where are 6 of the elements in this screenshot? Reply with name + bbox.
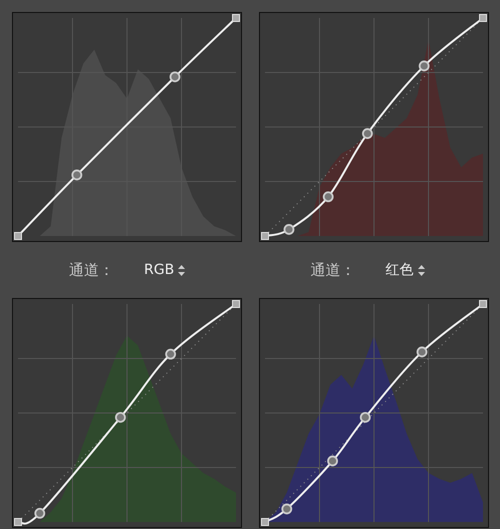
updown-icon [418,264,424,276]
channel-dropdown[interactable]: RGB [144,262,186,278]
updown-icon [178,264,186,276]
channel-label: 通道： [310,260,356,280]
channel-dropdown[interactable]: 红色 [386,261,424,279]
channel-label: 通道： [69,260,114,280]
